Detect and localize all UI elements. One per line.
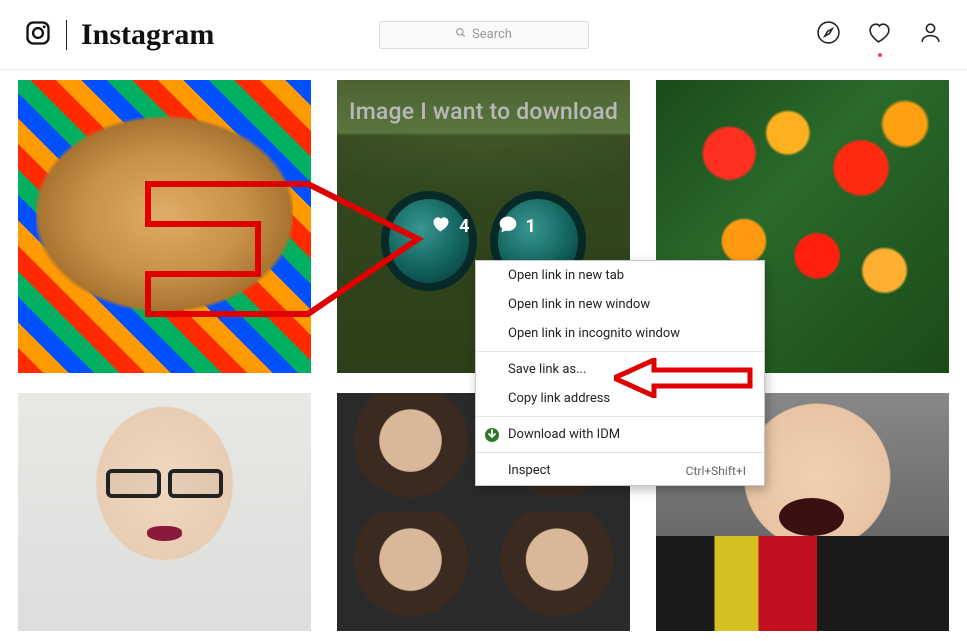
- context-menu-separator: [476, 351, 764, 352]
- top-navbar: Instagram Search: [0, 0, 967, 70]
- likes-count: 4: [459, 216, 469, 237]
- menu-label: Inspect: [508, 463, 551, 478]
- heart-icon: [431, 214, 451, 239]
- profile-icon[interactable]: [918, 20, 943, 49]
- context-menu-separator: [476, 416, 764, 417]
- menu-label: Open link in new tab: [508, 268, 624, 283]
- context-menu-item-download-idm[interactable]: Download with IDM: [476, 420, 764, 449]
- menu-label: Copy link address: [508, 391, 610, 406]
- instagram-wordmark: Instagram: [81, 18, 214, 52]
- context-menu-separator: [476, 452, 764, 453]
- menu-label: Save link as...: [508, 362, 586, 377]
- notification-dot-icon: [878, 53, 882, 57]
- context-menu-item-save-link-as[interactable]: Save link as...: [476, 355, 764, 384]
- search-placeholder: Search: [472, 27, 512, 42]
- explore-icon[interactable]: [816, 20, 841, 49]
- search-input[interactable]: Search: [379, 21, 589, 49]
- menu-label: Open link in new window: [508, 297, 650, 312]
- comments-count: 1: [526, 216, 536, 237]
- context-menu-item-open-new-tab[interactable]: Open link in new tab: [476, 261, 764, 290]
- activity-heart-icon[interactable]: [867, 20, 892, 49]
- instagram-glyph-icon: [24, 19, 52, 51]
- leaf-image: [36, 103, 294, 349]
- comments-stat: 1: [498, 214, 536, 239]
- post-thumbnail[interactable]: [18, 393, 311, 631]
- idm-icon: [484, 427, 500, 443]
- post-thumbnail[interactable]: [18, 80, 311, 373]
- likes-stat: 4: [431, 214, 469, 239]
- context-menu-item-open-new-window[interactable]: Open link in new window: [476, 290, 764, 319]
- logo-divider: [66, 20, 67, 50]
- menu-shortcut: Ctrl+Shift+I: [686, 464, 746, 478]
- search-icon: [455, 27, 466, 42]
- logo-group[interactable]: Instagram: [24, 18, 214, 52]
- context-menu-item-copy-link-address[interactable]: Copy link address: [476, 384, 764, 413]
- search-wrap: Search: [379, 21, 589, 49]
- menu-label: Download with IDM: [508, 427, 620, 442]
- nav-icons: [816, 20, 943, 49]
- context-menu-item-inspect[interactable]: Inspect Ctrl+Shift+I: [476, 456, 764, 485]
- comment-icon: [498, 214, 518, 239]
- context-menu-item-open-incognito[interactable]: Open link in incognito window: [476, 319, 764, 348]
- menu-label: Open link in incognito window: [508, 326, 680, 341]
- context-menu: Open link in new tab Open link in new wi…: [475, 260, 765, 486]
